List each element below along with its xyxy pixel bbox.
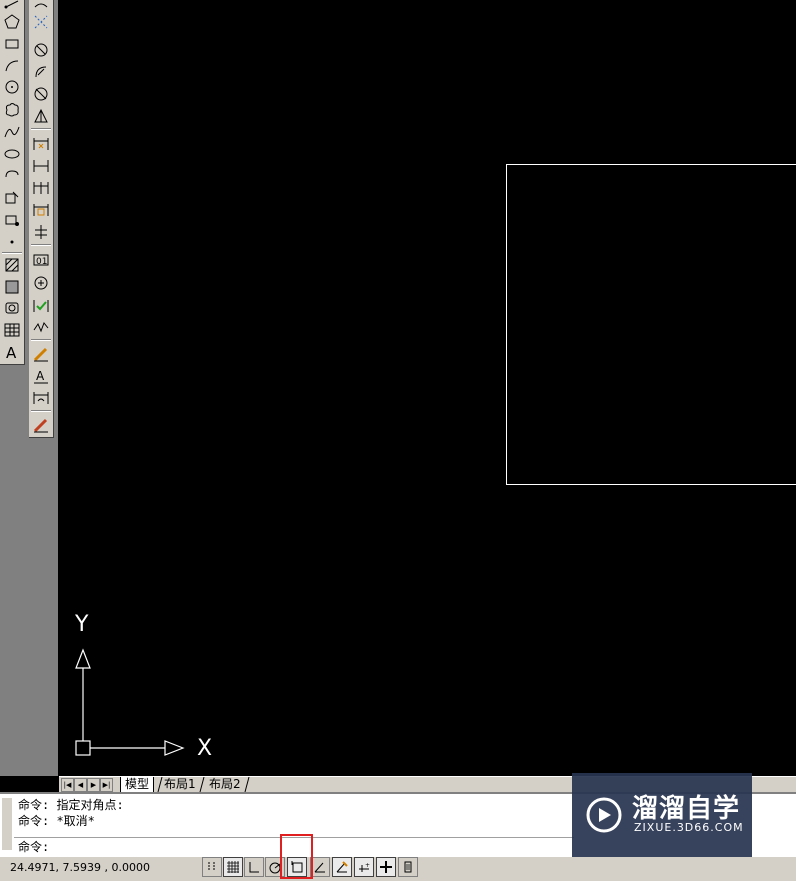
circle-icon[interactable]	[2, 77, 22, 97]
ellipse-arc-icon[interactable]	[2, 165, 22, 185]
rectangle-icon[interactable]	[2, 34, 22, 54]
aligned-dim-icon[interactable]	[31, 12, 51, 32]
first-tab-icon[interactable]: |◀	[61, 778, 74, 792]
angular-dim-icon[interactable]	[31, 156, 51, 176]
tolerance-icon[interactable]	[31, 273, 51, 293]
ellipse-icon[interactable]	[2, 144, 22, 164]
command-prompt[interactable]: 命令:	[18, 838, 49, 855]
svg-text:A: A	[36, 369, 45, 383]
dim-text-edit-icon[interactable]	[31, 388, 51, 408]
otrack-toggle-icon[interactable]	[310, 857, 330, 877]
dyn-toggle-icon[interactable]: +	[354, 857, 374, 877]
draw-toolbar: A	[0, 0, 25, 365]
make-block-icon[interactable]	[2, 210, 22, 230]
watermark-subtitle: ZIXUE.3D66.COM	[634, 821, 744, 834]
polygon-icon[interactable]	[2, 12, 22, 32]
insert-block-icon[interactable]	[2, 188, 22, 208]
radius-dim-icon[interactable]	[31, 84, 51, 104]
region-icon[interactable]	[2, 298, 22, 318]
quick-dim-icon[interactable]	[31, 178, 51, 198]
baseline-dim-icon[interactable]	[31, 200, 51, 220]
prev-tab-icon[interactable]: ◀	[74, 778, 87, 792]
ordinate-dim-icon[interactable]	[31, 62, 51, 82]
center-mark-icon[interactable]	[31, 296, 51, 316]
lwt-toggle-icon[interactable]	[376, 857, 396, 877]
drawn-rectangle[interactable]	[506, 164, 796, 485]
grid-toggle-icon[interactable]	[223, 857, 243, 877]
table-icon[interactable]	[2, 320, 22, 340]
dim-edit-icon[interactable]: A	[31, 366, 51, 386]
snap-toggle-icon[interactable]	[202, 857, 222, 877]
dimension-toolbar: 01 A	[29, 0, 54, 438]
point-icon[interactable]	[2, 232, 22, 252]
ucs-y-label: Y	[75, 612, 89, 637]
dim-style-icon[interactable]	[31, 415, 51, 435]
tab-model[interactable]: 模型	[120, 777, 155, 793]
arc-icon[interactable]	[2, 56, 22, 76]
watermark-logo-icon	[586, 797, 622, 833]
inspection-icon[interactable]	[31, 317, 51, 337]
spline-icon[interactable]	[2, 122, 22, 142]
ducs-toggle-icon[interactable]	[332, 857, 352, 877]
jogged-dim-icon[interactable]	[31, 106, 51, 126]
hatch-icon[interactable]	[2, 255, 22, 275]
gradient-icon[interactable]	[2, 277, 22, 297]
ortho-toggle-icon[interactable]	[244, 857, 264, 877]
diameter-dim-icon[interactable]	[31, 134, 51, 154]
multiline-text-icon[interactable]: A	[2, 342, 22, 362]
model-toggle-icon[interactable]	[398, 857, 418, 877]
svg-text:A: A	[6, 344, 17, 361]
arc-length-dim-icon[interactable]	[31, 40, 51, 60]
watermark-title: 溜溜自学	[632, 794, 741, 824]
coordinate-readout[interactable]: 24.4971, 7.5939 , 0.0000	[10, 861, 150, 874]
command-history-line: 命令: 指定对角点:	[18, 798, 124, 812]
revcloud-icon[interactable]	[2, 100, 22, 120]
jogged-linear-icon[interactable]	[31, 344, 51, 364]
highlight-box	[280, 834, 313, 879]
ucs-x-label: X	[197, 736, 213, 761]
continue-dim-icon[interactable]	[31, 222, 51, 242]
command-window-grip[interactable]	[2, 798, 12, 850]
svg-text:+: +	[365, 862, 370, 869]
svg-text:01: 01	[36, 257, 47, 267]
quick-leader-icon[interactable]: 01	[31, 250, 51, 270]
next-tab-icon[interactable]: ▶	[87, 778, 100, 792]
tab-dividers	[157, 777, 250, 793]
last-tab-icon[interactable]: ▶|	[100, 778, 113, 792]
command-history-line: 命令: *取消*	[18, 814, 95, 828]
